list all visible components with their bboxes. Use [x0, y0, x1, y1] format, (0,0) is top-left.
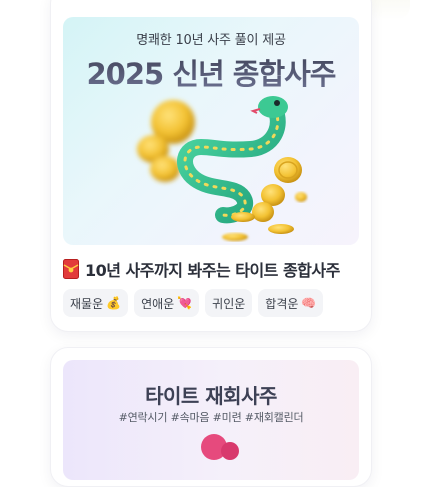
tag-label: 재물운 [70, 296, 104, 311]
money-bag-icon: 💰 [106, 296, 122, 310]
product-banner[interactable]: 명쾌한 10년 사주 풀이 제공 2025 신년 종합사주 [63, 17, 359, 245]
tag-label: 귀인운 [212, 296, 246, 311]
product-card-newyear[interactable]: 명쾌한 10년 사주 풀이 제공 2025 신년 종합사주 10년 사주까지 봐… [50, 0, 372, 332]
banner-subtitle: 명쾌한 10년 사주 풀이 제공 [136, 33, 286, 48]
tag-label: 합격운 [265, 296, 299, 311]
snake-coins-illustration [137, 96, 307, 241]
tag-love[interactable]: 연애운 💘 [134, 289, 200, 317]
tag-benefactor[interactable]: 귀인운 [205, 289, 253, 317]
product-heading-text: 10년 사주까지 봐주는 타이트 종합사주 [85, 261, 340, 280]
red-envelope-icon [63, 259, 79, 279]
heart-arrow-icon: 💘 [177, 296, 193, 310]
fortune-tags: 재물운 💰 연애운 💘 귀인운 합격운 🧠 [63, 289, 324, 317]
product-heading[interactable]: 10년 사주까지 봐주는 타이트 종합사주 [63, 257, 340, 281]
tag-wealth[interactable]: 재물운 💰 [63, 289, 129, 317]
brain-icon: 🧠 [301, 296, 317, 310]
product-card-reunion[interactable]: 타이트 재회사주 #연락시기 #속마음 #미련 #재회캘린더 [50, 347, 372, 487]
banner-title: 타이트 재회사주 [145, 384, 277, 408]
tag-label: 연애운 [141, 296, 175, 311]
tag-exam[interactable]: 합격운 🧠 [258, 289, 324, 317]
banner-hashtags: #연락시기 #속마음 #미련 #재회캘린더 [118, 411, 304, 424]
product-banner[interactable]: 타이트 재회사주 #연락시기 #속마음 #미련 #재회캘린더 [63, 360, 359, 480]
heart-illustration-part [221, 442, 239, 460]
